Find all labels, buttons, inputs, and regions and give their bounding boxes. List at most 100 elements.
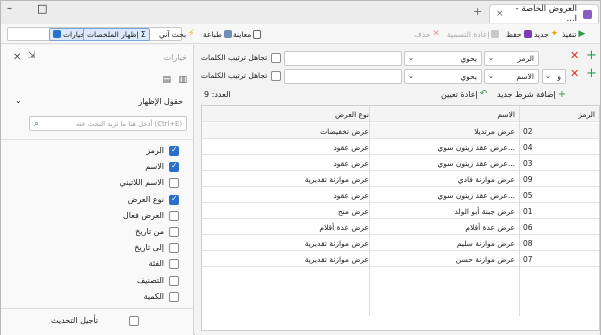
cell-type-text: عرض عقود <box>333 142 369 152</box>
field-label: الكمية <box>143 291 164 301</box>
field-label: إلى تاريخ <box>134 243 164 253</box>
collapse-arrow-icon[interactable]: ⌄ <box>15 96 22 105</box>
cell-type: عرض عقود <box>204 139 369 155</box>
cell-type-text: عرض تخفيضات <box>320 126 369 136</box>
table-row[interactable]: 08 عرض موازنة سليم عرض موازنة تقديرية <box>202 235 599 251</box>
filter-operator-select[interactable]: ⌄ يحوي <box>404 69 482 84</box>
window-minimize-button[interactable]: – <box>7 3 12 14</box>
cell-name: عرض موازنة سليم <box>456 238 515 248</box>
defer-update-label: تأجيل التحديث <box>51 316 99 325</box>
filter-logic-value: و <box>557 72 561 81</box>
field-checkbox[interactable] <box>169 275 179 286</box>
filter-field-select[interactable]: ⌄ الاسم <box>484 69 539 84</box>
cell-type-text: عرض موازنة تقديرية <box>304 254 369 264</box>
delete-icon: ✕ <box>432 29 440 39</box>
filter-field-value: الرمز <box>517 54 534 63</box>
field-checkbox[interactable] <box>169 161 179 173</box>
execute-button[interactable]: تنفيذ ▶ <box>562 26 585 42</box>
divider <box>1 308 194 309</box>
table-row[interactable]: 05 عرض عقد زيتون سوي... عرض عقود <box>202 187 599 203</box>
layout-icon[interactable]: ▥ <box>178 75 187 85</box>
cell-type: عرض موازنة تقديرية <box>204 235 369 251</box>
layout-alt-icon[interactable]: ▤ <box>162 75 171 85</box>
table-row[interactable]: 04 عرض عقد زيتون سوي... عرض عقود <box>202 139 599 155</box>
new-button[interactable]: جديد ✦ <box>534 26 558 42</box>
tab-close-button[interactable]: × <box>496 9 504 19</box>
add-condition-button[interactable]: إضافة شرط جديد + <box>497 89 566 100</box>
field-label: نوع العرض <box>127 194 164 204</box>
cell-name: عرض جبنة أبو الولد <box>454 206 515 216</box>
filter-value-input[interactable] <box>284 51 402 66</box>
remove-filter-icon[interactable]: ✕ <box>570 49 579 62</box>
delete-button[interactable]: حذف ✕ <box>414 26 440 42</box>
add-icon: + <box>557 89 567 100</box>
cell-type: عرض عقود <box>204 187 369 203</box>
table-row[interactable]: 03 عرض عقد زيتون سوي... عرض عقود <box>202 155 599 171</box>
field-checkbox[interactable] <box>169 227 179 237</box>
show-summaries-button[interactable]: إظهار الملخصات Σ <box>83 26 150 42</box>
cell-code: 01 <box>523 206 533 216</box>
record-count: العدد: 9 <box>204 90 231 99</box>
filter-logic-select[interactable]: ⌄ و <box>542 69 566 84</box>
table-row[interactable]: 09 عرض موازنة فادي عرض موازنة تقديرية <box>202 171 599 187</box>
cell-code: 03 <box>523 158 533 168</box>
fields-search-field[interactable]: ⌕ أدخل هنا ما تريد البحث عنه (Ctrl+E) <box>29 116 187 131</box>
table-row[interactable]: 07 عرض موازنة حسن عرض موازنة تقديرية <box>202 251 599 267</box>
field-checkbox[interactable] <box>169 194 179 205</box>
preview-button[interactable]: معاينة <box>233 26 262 42</box>
cell-type-text: عرض عقود <box>333 158 369 168</box>
field-checkbox[interactable] <box>169 259 179 270</box>
add-filter-icon[interactable]: + <box>586 48 597 63</box>
fields-section-title: حقول الإظهار <box>138 97 183 106</box>
cell-code: 09 <box>523 174 533 184</box>
panel-pin-icon[interactable]: ⇲ <box>28 51 36 61</box>
cell-type: عرض منح <box>204 203 369 219</box>
field-checkbox[interactable] <box>169 178 179 189</box>
cell-type-text: عرض منح <box>337 206 369 216</box>
grid-header-row: الرمز الاسم نوع العرض <box>202 106 599 122</box>
reset-button[interactable]: إعادة تعيين ↶ <box>441 89 487 99</box>
lightning-icon: ⚡ <box>188 29 195 39</box>
filter-operator-select[interactable]: ⌄ يحوي <box>404 51 482 66</box>
window-maximize-button[interactable]: □ <box>37 2 47 15</box>
instant-search-button[interactable]: بحث آني ⚡ <box>159 26 194 42</box>
tab-special-offers[interactable]: × العروض الخاصة - ا... <box>489 4 599 24</box>
field-checkbox[interactable] <box>169 210 179 221</box>
new-star-icon: ✦ <box>550 29 559 39</box>
column-divider <box>369 106 370 316</box>
column-header-name[interactable]: الاسم <box>369 106 519 122</box>
panel-close-icon[interactable]: ✕ <box>13 52 21 63</box>
table-row[interactable]: 06 عرض عدة أقلام عرض عدة أقلام <box>202 219 599 235</box>
chevron-down-icon: ⌄ <box>488 54 494 62</box>
defer-update-checkbox[interactable] <box>129 316 139 326</box>
field-checkbox[interactable] <box>169 291 179 302</box>
rename-button[interactable]: إعادة التسمية <box>447 26 500 42</box>
fields-search-placeholder: أدخل هنا ما تريد البحث عنه (Ctrl+E) <box>76 119 182 128</box>
cell-type: عرض عدة أقلام <box>204 219 369 235</box>
column-header-type[interactable]: نوع العرض <box>204 106 369 122</box>
table-row[interactable]: 02 عرض مرتديلا عرض تخفيضات <box>202 123 599 139</box>
ignore-order-checkbox[interactable] <box>271 53 281 63</box>
save-button[interactable]: حفظ <box>506 26 532 42</box>
column-header-code[interactable]: الرمز <box>519 106 599 122</box>
filter-field-select[interactable]: ⌄ الرمز <box>484 51 539 66</box>
add-filter-icon[interactable]: + <box>586 66 597 81</box>
print-button[interactable]: طباعة <box>203 26 233 42</box>
panel-title: خيارات <box>163 53 187 62</box>
cell-type-text: عرض موازنة تقديرية <box>304 174 369 184</box>
reset-icon: ↶ <box>479 89 488 99</box>
table-row[interactable]: 01 عرض جبنة أبو الولد عرض منح <box>202 203 599 219</box>
new-tab-button[interactable]: + <box>473 5 482 18</box>
field-label: من تاريخ <box>135 227 164 236</box>
filter-value-input[interactable] <box>284 69 402 84</box>
cell-type: عرض عقود <box>204 155 369 171</box>
chevron-down-icon: ⌄ <box>408 72 414 80</box>
title-bar: – □ + × العروض الخاصة - ا... <box>1 1 600 24</box>
records-grid: الرمز الاسم نوع العرض 02 عرض مرتديلا عرض ت… <box>201 105 600 331</box>
remove-filter-icon[interactable]: ✕ <box>570 67 579 80</box>
cell-name: عرض عقد زيتون سوي... <box>437 190 515 200</box>
field-checkbox[interactable] <box>169 145 179 156</box>
field-checkbox[interactable] <box>169 243 179 254</box>
preview-icon <box>253 29 262 39</box>
ignore-order-checkbox[interactable] <box>271 71 281 81</box>
